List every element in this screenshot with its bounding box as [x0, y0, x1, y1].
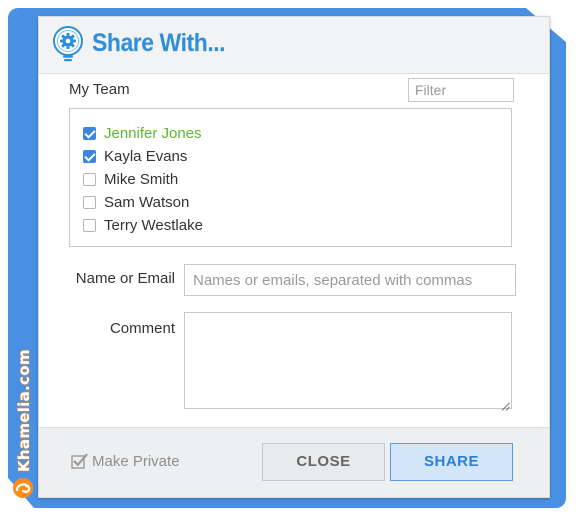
member-name: Sam Watson [104, 193, 190, 211]
member-checkbox[interactable] [83, 195, 96, 209]
name-email-input[interactable] [184, 264, 516, 296]
share-button[interactable]: SHARE [390, 443, 513, 481]
chameleon-logo-icon [12, 477, 34, 499]
list-item-kayla-evans[interactable]: Kayla Evans [83, 146, 187, 166]
checkmark-box-icon[interactable] [71, 453, 88, 470]
comment-label: Comment [109, 320, 175, 337]
list-item-mike-smith[interactable]: Mike Smith [83, 169, 178, 189]
share-dialog: Share With... My Team Jennifer Jones Kay… [38, 16, 550, 498]
team-member-list: Jennifer Jones Kayla Evans Mike Smith Sa… [69, 108, 512, 247]
close-button[interactable]: CLOSE [262, 443, 385, 481]
list-item-jennifer-jones[interactable]: Jennifer Jones [83, 123, 202, 143]
name-email-label: Name or Email [75, 270, 175, 287]
dialog-footer: Make Private CLOSE SHARE [39, 427, 549, 497]
member-name: Kayla Evans [104, 147, 188, 165]
make-private-label: Make Private [92, 453, 180, 470]
list-item-sam-watson[interactable]: Sam Watson [83, 192, 189, 212]
my-team-label: My Team [69, 81, 130, 98]
member-checkbox[interactable] [83, 149, 96, 163]
member-checkbox[interactable] [83, 126, 96, 140]
dialog-header: Share With... [39, 17, 549, 74]
lightbulb-gear-icon [51, 26, 85, 64]
member-checkbox[interactable] [83, 172, 96, 186]
list-item-terry-westlake[interactable]: Terry Westlake [83, 215, 203, 235]
watermark-text: Khamelia.com [15, 349, 33, 472]
member-name: Terry Westlake [104, 216, 203, 234]
comment-textarea[interactable] [184, 312, 512, 409]
resize-grip-icon[interactable] [501, 398, 510, 411]
member-name: Jennifer Jones [104, 124, 202, 142]
member-checkbox[interactable] [83, 218, 96, 232]
member-name: Mike Smith [104, 170, 179, 188]
filter-input[interactable] [408, 78, 514, 102]
dialog-title: Share With... [92, 29, 226, 57]
make-private-toggle[interactable]: Make Private [71, 453, 180, 470]
